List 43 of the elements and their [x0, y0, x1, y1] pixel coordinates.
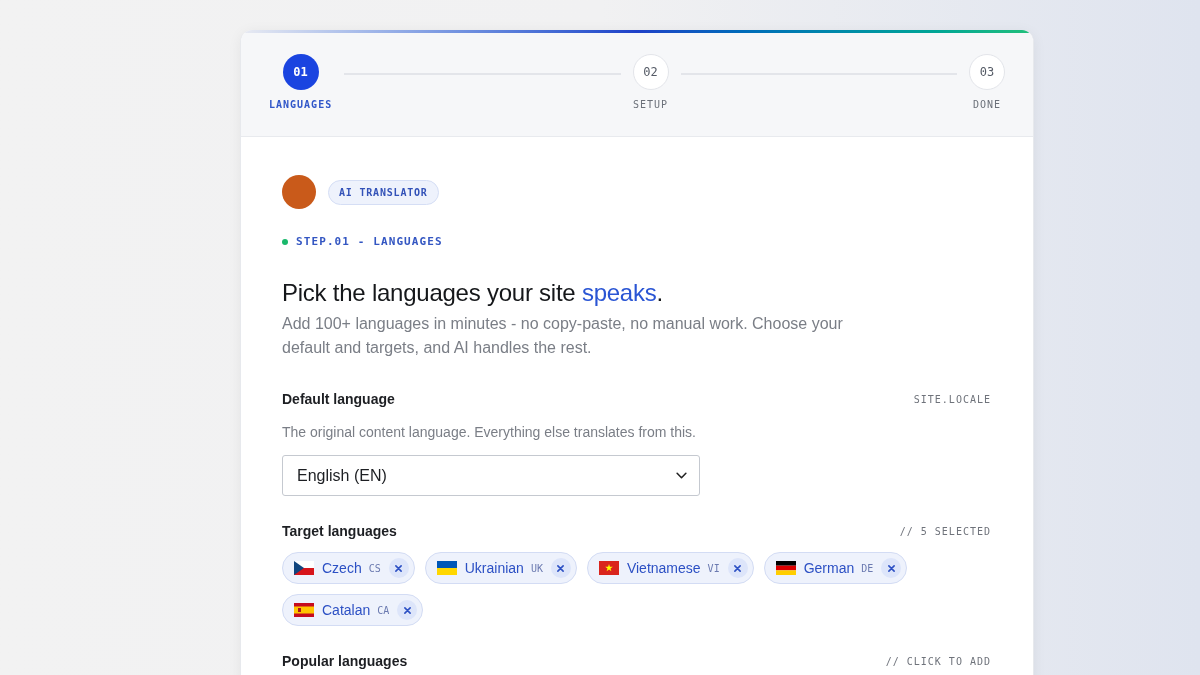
remove-button[interactable] [397, 600, 418, 620]
ukrainian-flag-icon [436, 561, 457, 575]
page-heading: Pick the languages your site speaks. [282, 278, 664, 308]
language-code: DE [861, 561, 874, 576]
step-label: LANGUAGES [269, 98, 333, 112]
section-hint: // CLICK TO ADD [885, 654, 991, 669]
language-name: Ukrainian [464, 558, 524, 578]
selected-count: // 5 SELECTED [899, 524, 991, 539]
close-icon [887, 564, 895, 572]
remove-button[interactable] [550, 558, 571, 578]
german-flag-icon [775, 561, 796, 575]
czech-flag-icon [294, 561, 314, 575]
remove-button[interactable] [881, 558, 902, 578]
close-icon [734, 564, 742, 572]
status-dot-icon [282, 239, 288, 245]
language-name: Catalan [322, 600, 371, 620]
remove-button[interactable] [727, 558, 748, 578]
language-code: CS [368, 561, 381, 576]
section-label: Default language [282, 390, 395, 409]
language-code: VI [707, 561, 720, 576]
step-label: SETUP [633, 98, 669, 112]
chevron-down-icon [676, 472, 687, 479]
field-tag: SITE.LOCALE [913, 391, 991, 407]
close-icon [395, 564, 403, 572]
section-label: Target languages [282, 522, 397, 541]
section-label: Popular languages [282, 652, 408, 671]
step-caption: STEP.01 - LANGUAGES [296, 235, 443, 249]
avatar-placeholder [282, 175, 316, 209]
language-name: German [803, 558, 855, 578]
remove-button[interactable] [388, 558, 409, 578]
step-label: DONE [972, 98, 1002, 112]
ai-translator-tag: AI TRANSLATOR [328, 179, 439, 205]
language-name: Czech [322, 558, 362, 578]
vietnamese-flag-icon [598, 561, 619, 575]
language-name: Vietnamese [626, 558, 701, 578]
close-icon [403, 606, 411, 614]
close-icon [557, 564, 565, 572]
language-select[interactable]: English (EN) [282, 455, 700, 496]
language-code: CA [377, 603, 390, 618]
spanish-flag-icon [294, 603, 314, 617]
page-description: Add 100+ languages in minutes - no copy-paste, no manual work. Choose your default and targets, and AI handles the rest. [282, 314, 844, 358]
field-hint: The original content language. Everything else translates from this. [282, 423, 697, 442]
language-code: UK [530, 561, 543, 576]
